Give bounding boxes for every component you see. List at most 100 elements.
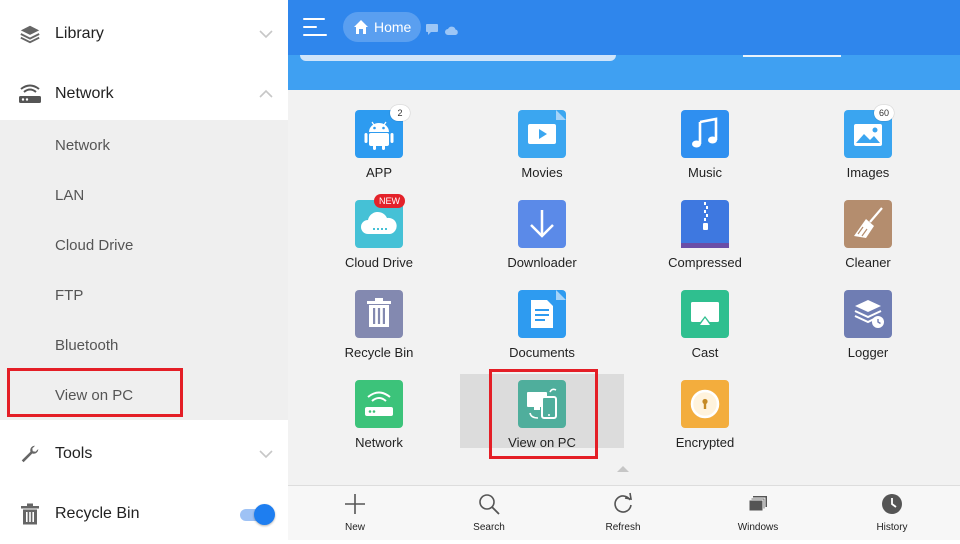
submenu-item-lan[interactable]: LAN — [0, 170, 288, 220]
tile-label: Encrypted — [675, 435, 735, 450]
tile-label: Cleaner — [845, 255, 891, 270]
highlight-box-grid — [489, 369, 598, 459]
search-icon — [477, 492, 501, 516]
cast-icon — [681, 290, 729, 338]
tile-compressed[interactable]: Compressed — [640, 200, 770, 276]
tile-network[interactable]: Network — [314, 380, 444, 456]
new-badge: NEW — [374, 194, 405, 208]
sidebar-item-label: Recycle Bin — [55, 505, 140, 522]
refresh-icon — [611, 492, 635, 516]
toolbar-label: Search — [473, 522, 505, 533]
router-icon — [18, 82, 42, 106]
storage-summary-strip — [288, 55, 960, 90]
tile-cloud-drive[interactable]: NEW Cloud Drive — [314, 194, 444, 276]
submenu-item-label: Cloud Drive — [55, 236, 134, 254]
top-bar: Home — [288, 0, 960, 55]
clock-icon — [880, 492, 904, 516]
logger-layers-icon — [844, 290, 892, 338]
chevron-up-icon — [258, 86, 274, 102]
toggle-knob — [254, 504, 275, 525]
menu-button[interactable] — [303, 16, 327, 38]
windows-stack-icon — [746, 492, 770, 516]
submenu-item-label: Bluetooth — [55, 336, 119, 354]
tile-recycle-bin[interactable]: Recycle Bin — [314, 290, 444, 366]
toolbar-label: Refresh — [605, 522, 641, 533]
document-icon — [518, 290, 566, 338]
download-arrow-icon — [518, 200, 566, 248]
menu-line — [303, 34, 327, 36]
toolbar-label: History — [876, 522, 908, 533]
submenu-item-label: FTP — [55, 286, 84, 304]
layers-icon — [18, 22, 42, 46]
zip-file-icon — [681, 200, 729, 248]
sidebar: Library Network Network LAN Cloud Drive … — [0, 0, 288, 540]
tile-logger[interactable]: Logger — [803, 290, 933, 366]
tile-label: Movies — [521, 165, 563, 180]
sidebar-item-tools[interactable]: Tools — [0, 424, 288, 484]
tile-label: APP — [365, 165, 392, 180]
sidebar-item-label: Tools — [55, 445, 93, 462]
wrench-icon — [18, 442, 42, 466]
toolbar-label: New — [344, 522, 365, 533]
tile-label: Logger — [847, 345, 889, 360]
tile-app[interactable]: 2 APP — [314, 105, 444, 186]
submenu-item-label: Network — [55, 136, 111, 154]
collapse-caret-icon[interactable] — [617, 466, 629, 472]
tile-documents[interactable]: Documents — [477, 290, 607, 366]
sidebar-item-library[interactable]: Library — [0, 4, 288, 64]
trash-icon — [355, 290, 403, 338]
history-button[interactable]: History — [842, 486, 942, 541]
chevron-down-icon — [258, 446, 274, 462]
windows-button[interactable]: Windows — [708, 486, 808, 541]
tile-cleaner[interactable]: Cleaner — [803, 200, 933, 276]
tile-downloader[interactable]: Downloader — [477, 200, 607, 276]
toolbar-label: Windows — [737, 522, 779, 533]
router-icon — [355, 380, 403, 428]
tile-label: Cloud Drive — [345, 255, 413, 270]
breadcrumb-home[interactable]: Home — [343, 12, 421, 42]
home-icon — [353, 19, 369, 35]
submenu-item-bluetooth[interactable]: Bluetooth — [0, 320, 288, 370]
plus-icon — [343, 492, 367, 516]
tile-label: Music — [688, 165, 722, 180]
video-file-icon — [518, 110, 566, 158]
cloud-icon[interactable] — [445, 22, 458, 40]
menu-line — [303, 18, 325, 20]
chevron-down-icon — [258, 26, 274, 42]
trash-icon — [18, 502, 42, 526]
tile-label: Recycle Bin — [344, 345, 414, 360]
tile-label: Compressed — [668, 255, 742, 270]
count-badge: 60 — [874, 105, 894, 121]
refresh-button[interactable]: Refresh — [573, 486, 673, 541]
tile-label: Documents — [509, 345, 575, 360]
submenu-item-cloud-drive[interactable]: Cloud Drive — [0, 220, 288, 270]
tile-cast[interactable]: Cast — [640, 290, 770, 366]
sidebar-item-network[interactable]: Network — [0, 64, 288, 124]
lock-icon — [681, 380, 729, 428]
new-button[interactable]: New — [305, 486, 405, 541]
count-badge: 2 — [390, 105, 410, 121]
breadcrumb-label: Home — [374, 19, 412, 35]
sidebar-item-label: Network — [55, 85, 114, 102]
tile-movies[interactable]: Movies — [477, 110, 607, 186]
storage-card[interactable] — [300, 55, 616, 61]
tile-label: Images — [846, 165, 890, 180]
broom-icon — [844, 200, 892, 248]
search-button[interactable]: Search — [439, 486, 539, 541]
submenu-item-network[interactable]: Network — [0, 120, 288, 170]
sidebar-item-label: Library — [55, 25, 104, 42]
menu-line — [303, 26, 317, 28]
tile-label: Network — [355, 435, 403, 450]
submenu-item-label: LAN — [55, 186, 85, 204]
tile-encrypted[interactable]: Encrypted — [640, 380, 770, 456]
tile-label: Downloader — [507, 255, 577, 270]
music-note-icon — [681, 110, 729, 158]
submenu-item-ftp[interactable]: FTP — [0, 270, 288, 320]
tile-music[interactable]: Music — [640, 110, 770, 186]
tile-images[interactable]: 60 Images — [803, 105, 933, 186]
divider-line — [743, 55, 841, 57]
recycle-bin-toggle[interactable] — [240, 504, 276, 525]
highlight-box-sidebar — [7, 368, 183, 417]
chat-icon[interactable] — [426, 22, 438, 40]
bottom-toolbar: New Search Refresh Windows History — [288, 485, 960, 540]
